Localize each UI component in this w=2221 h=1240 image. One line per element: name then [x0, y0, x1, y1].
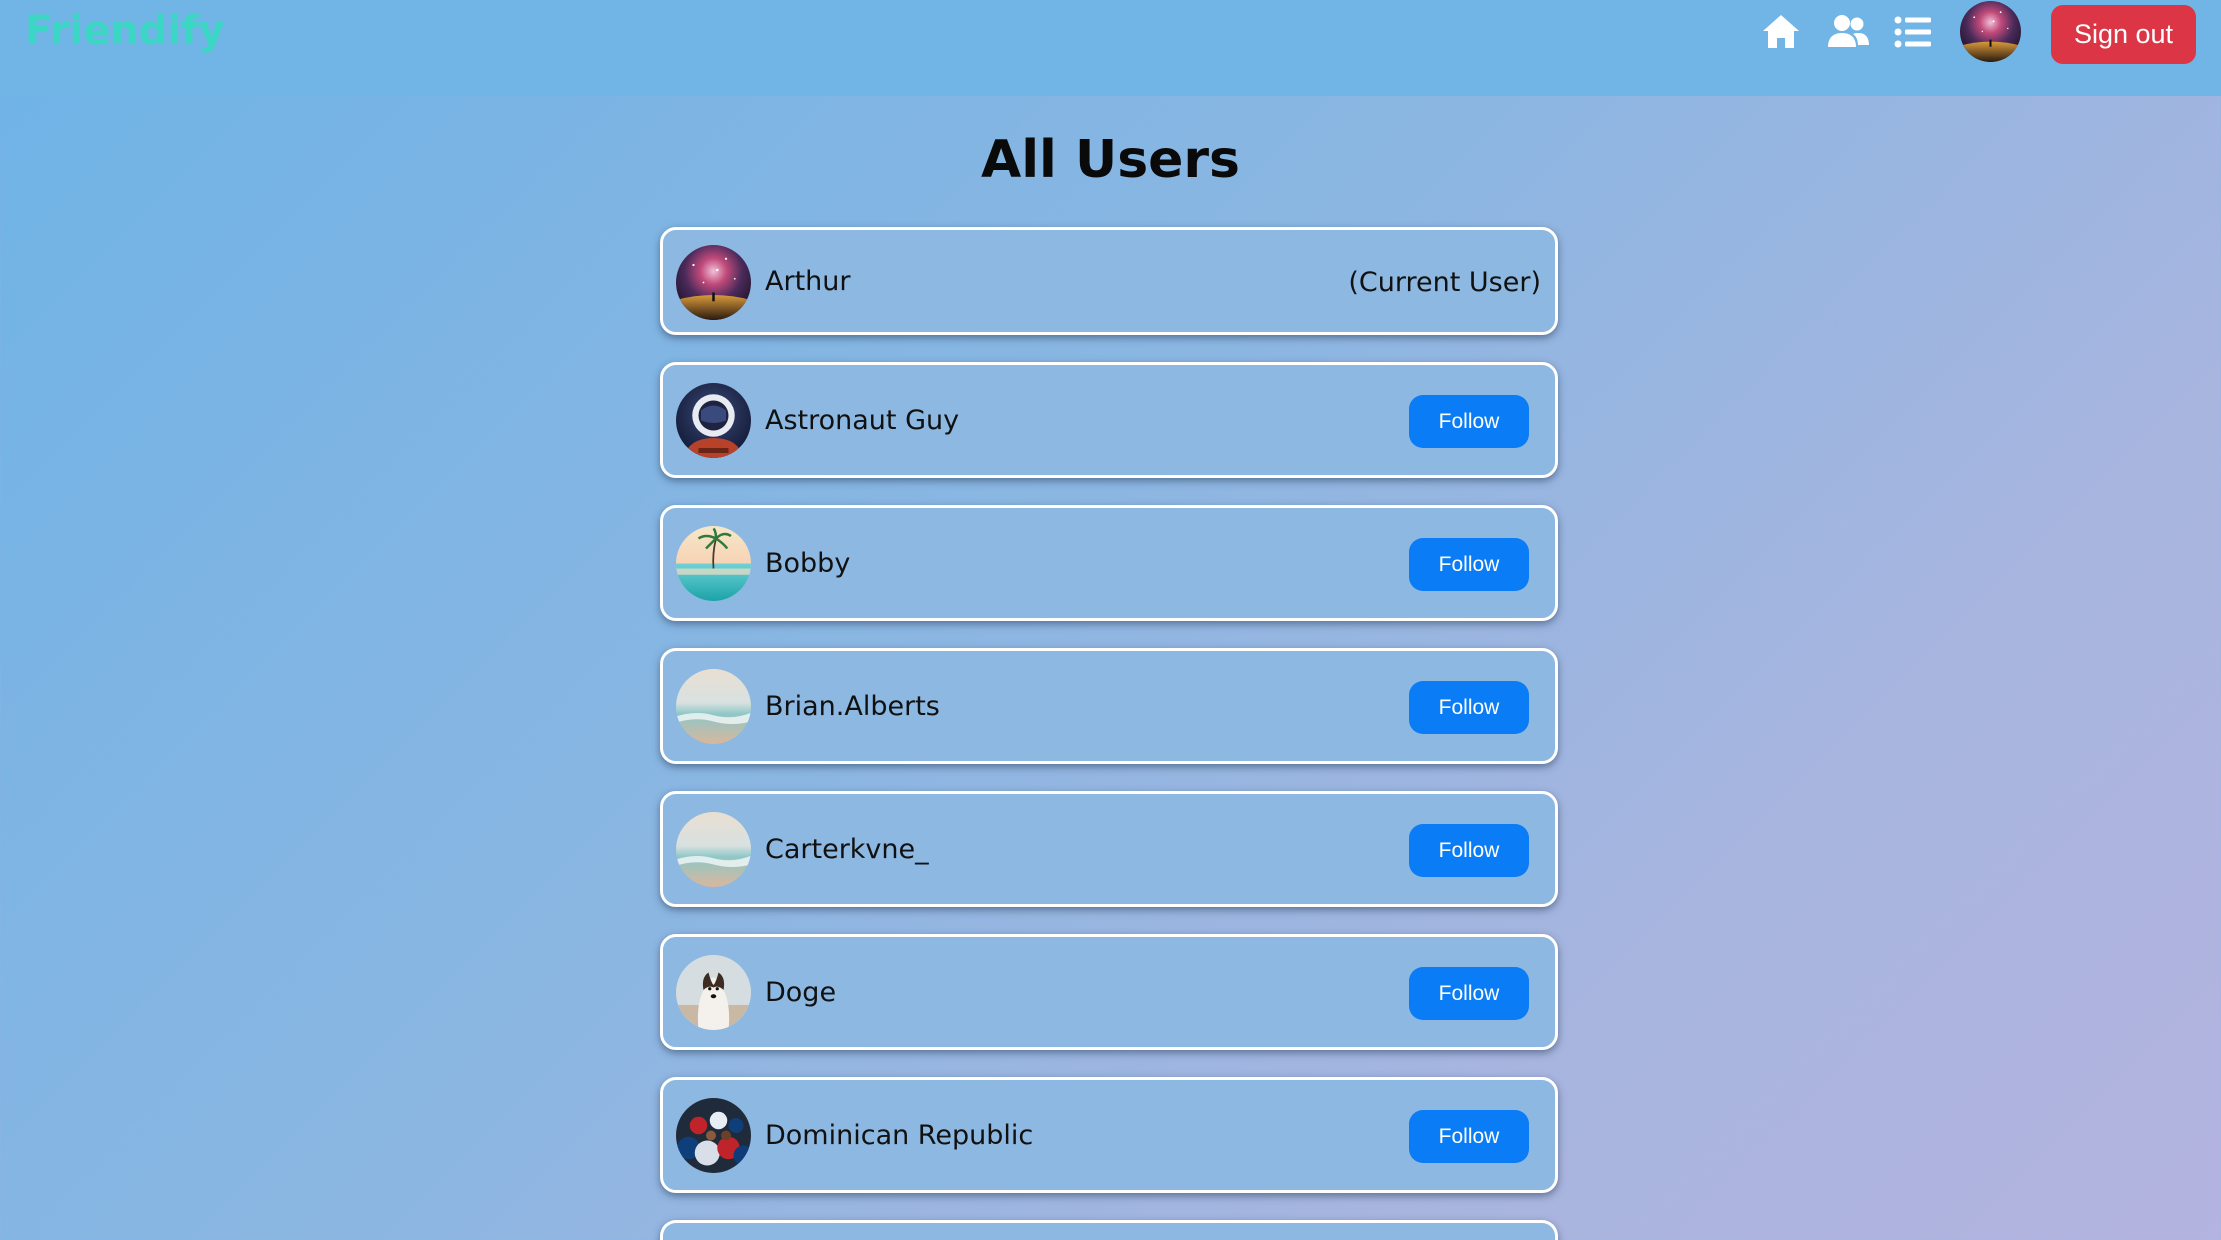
follow-button[interactable]: Follow: [1409, 967, 1529, 1020]
user-name[interactable]: Brian.Alberts: [765, 691, 940, 722]
sign-out-button[interactable]: Sign out: [2051, 5, 2196, 64]
user-card: Doge Follow: [660, 934, 1558, 1050]
user-name[interactable]: Arthur: [765, 266, 850, 297]
user-avatar[interactable]: [676, 812, 751, 887]
follow-button[interactable]: Follow: [1409, 824, 1529, 877]
home-icon[interactable]: [1761, 12, 1801, 52]
user-name[interactable]: Dominican Republic: [765, 1120, 1033, 1151]
follow-button[interactable]: Follow: [1409, 1110, 1529, 1163]
follow-button[interactable]: Follow: [1409, 538, 1529, 591]
user-card-partial: [660, 1220, 1558, 1240]
user-card: Astronaut Guy Follow: [660, 362, 1558, 478]
user-avatar[interactable]: [676, 955, 751, 1030]
user-avatar[interactable]: [676, 383, 751, 458]
user-name[interactable]: Carterkvne_: [765, 834, 929, 865]
user-card: Carterkvne_ Follow: [660, 791, 1558, 907]
user-avatar[interactable]: [676, 1098, 751, 1173]
brand-logo[interactable]: Friendify: [25, 8, 225, 54]
user-card: Dominican Republic Follow: [660, 1077, 1558, 1193]
follow-button[interactable]: Follow: [1409, 395, 1529, 448]
user-name[interactable]: Astronaut Guy: [765, 405, 959, 436]
user-card: Bobby Follow: [660, 505, 1558, 621]
list-icon[interactable]: [1893, 12, 1933, 52]
current-user-tag: (Current User): [1348, 267, 1541, 298]
user-avatar[interactable]: [676, 669, 751, 744]
user-name[interactable]: Doge: [765, 977, 836, 1008]
user-card-current: Arthur (Current User): [660, 227, 1558, 335]
users-icon[interactable]: [1826, 12, 1870, 52]
profile-avatar[interactable]: [1960, 1, 2021, 62]
page-title: All Users: [980, 130, 1241, 190]
user-name[interactable]: Bobby: [765, 548, 850, 579]
top-navbar: Friendify Sign out: [0, 0, 2221, 96]
user-avatar[interactable]: [676, 245, 751, 320]
user-card: Brian.Alberts Follow: [660, 648, 1558, 764]
follow-button[interactable]: Follow: [1409, 681, 1529, 734]
user-avatar[interactable]: [676, 526, 751, 601]
